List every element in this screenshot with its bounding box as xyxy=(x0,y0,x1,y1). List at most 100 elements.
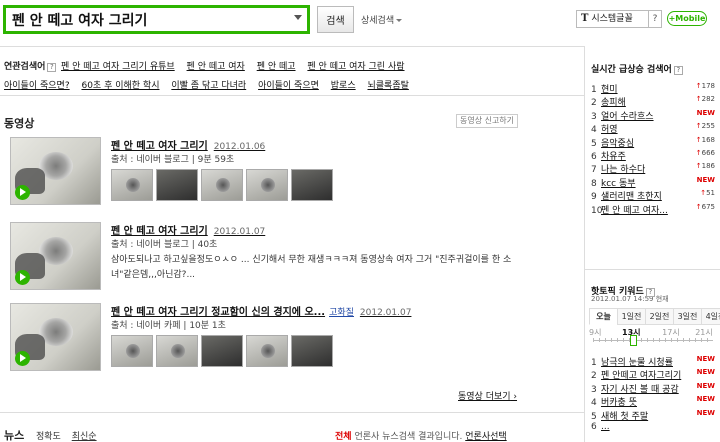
rank-change: NEW xyxy=(696,408,715,417)
realtime-keyword[interactable]: kcc 동부 xyxy=(601,179,636,189)
sort-accuracy[interactable]: 정확도 xyxy=(36,432,61,442)
time-label[interactable]: 9시 xyxy=(589,327,601,338)
related-link[interactable]: 밥로스 xyxy=(331,81,356,91)
related-link[interactable]: 아이들이 죽으면 xyxy=(258,81,319,91)
more-videos-link[interactable]: 동영상 더보기 › xyxy=(458,389,517,402)
video-title[interactable]: 펜 안 떼고 여자 그리기 2012.01.06 xyxy=(111,137,265,152)
play-icon[interactable] xyxy=(15,270,30,285)
rank-change: ↑255 xyxy=(695,122,715,131)
realtime-item[interactable]: 10펜 안 떼고 여자... ↑675 xyxy=(591,203,715,216)
video-thumbnail[interactable] xyxy=(10,222,101,290)
hot-topic-item[interactable]: 5 새해 첫 주말 NEW xyxy=(591,409,715,422)
realtime-item[interactable]: 2 송피해 ↑282 xyxy=(591,95,715,108)
hot-topic-keyword[interactable]: 버카충 뜻 xyxy=(601,398,637,408)
video-frame[interactable] xyxy=(201,335,243,367)
play-icon[interactable] xyxy=(15,185,30,200)
video-frame[interactable] xyxy=(156,335,198,367)
hd-badge[interactable]: 고화질 xyxy=(329,308,354,318)
related-link[interactable]: 60초 후 이해한 학시 xyxy=(81,81,159,91)
realtime-item[interactable]: 5 음악중심 ↑168 xyxy=(591,136,715,149)
video-frame[interactable] xyxy=(156,169,198,201)
realtime-item[interactable]: 8 kcc 동부 NEW xyxy=(591,176,715,189)
realtime-keyword[interactable]: 차유주 xyxy=(601,152,626,162)
play-icon[interactable] xyxy=(15,351,30,366)
related-link[interactable]: 아이들이 죽으면? xyxy=(4,81,70,91)
hot-topic-item[interactable]: 1 남극의 눈물 시청률 NEW xyxy=(591,355,715,368)
hot-topic-item[interactable]: 3 자기 사진 볼 때 공감 NEW xyxy=(591,382,715,395)
slider-handle[interactable] xyxy=(629,335,637,346)
video-report-button[interactable]: 동영상 신고하기 xyxy=(456,114,518,128)
realtime-keyword[interactable]: 얼어 수라흐스 xyxy=(601,112,654,122)
video-frame[interactable] xyxy=(201,169,243,201)
hot-topic-tab[interactable]: 3일전 xyxy=(673,308,702,325)
video-thumbnail[interactable] xyxy=(10,137,101,205)
search-input[interactable] xyxy=(6,8,286,31)
search-button[interactable]: 검색 xyxy=(317,6,354,33)
related-link[interactable]: 펜 안 떼고 xyxy=(257,62,296,72)
hot-topic-keyword[interactable]: ... xyxy=(601,422,610,432)
realtime-item[interactable]: 1 현미 ↑178 xyxy=(591,82,715,95)
related-search-label: 연관검색어? xyxy=(4,59,57,72)
hot-topic-item[interactable]: 4 버카충 뜻 NEW xyxy=(591,395,715,408)
time-label[interactable]: 21시 xyxy=(695,327,713,338)
hot-topic-item[interactable]: 6... xyxy=(591,422,715,435)
realtime-item[interactable]: 6 차유주 ↑666 xyxy=(591,149,715,162)
hot-topic-tab[interactable]: 2일전 xyxy=(645,308,674,325)
time-slider[interactable] xyxy=(593,335,713,346)
realtime-keyword[interactable]: 허영 xyxy=(601,125,618,135)
related-link[interactable]: 뇌클록좀탈 xyxy=(367,81,408,91)
realtime-keyword[interactable]: 현미 xyxy=(601,85,618,95)
search-box[interactable] xyxy=(3,5,310,34)
hot-topic-tab[interactable]: 1일전 xyxy=(617,308,646,325)
hot-topic-tab[interactable]: 오늘 xyxy=(589,308,618,325)
related-link[interactable]: 펜 안 떼고 여자 그리기 유튜브 xyxy=(61,62,175,72)
video-frame[interactable] xyxy=(246,169,288,201)
time-label[interactable]: 17시 xyxy=(662,327,680,338)
hot-topic-keyword[interactable]: 새해 첫 주말 xyxy=(601,412,648,422)
rank-change: NEW xyxy=(696,368,715,377)
related-link[interactable]: 펜 안 떼고 여자 그린 사람 xyxy=(307,62,404,72)
help-icon[interactable]: ? xyxy=(47,63,57,72)
video-frames xyxy=(111,169,333,201)
realtime-item[interactable]: 7 나는 하수다 ↑186 xyxy=(591,162,715,175)
help-button[interactable]: ? xyxy=(648,10,662,28)
video-frame[interactable] xyxy=(111,169,153,201)
video-frame[interactable] xyxy=(111,335,153,367)
arrow-up-icon: ↑ xyxy=(695,135,702,144)
rank-change: NEW xyxy=(696,395,715,404)
video-title[interactable]: 펜 안 떼고 여자 그리기 정교함이 신의 경지에 오... 고화질 2012.01… xyxy=(111,303,411,318)
related-link[interactable]: 이빨 좀 닦고 다녀라 xyxy=(171,81,246,91)
realtime-item[interactable]: 9 샐러리맨 초한지 ↑51 xyxy=(591,189,715,202)
hot-topic-item[interactable]: 2 펜 안떼고 여자그리기 NEW xyxy=(591,368,715,381)
video-frame[interactable] xyxy=(291,335,333,367)
press-select-link[interactable]: 언론사선택 xyxy=(465,432,506,442)
related-row: 펜 안 떼고 여자 그리기 유튜브 펜 안 떼고 여자 펜 안 떼고 펜 안 떼… xyxy=(61,59,414,72)
detail-search-link[interactable]: 상세검색 xyxy=(361,13,403,26)
hot-topic-keyword[interactable]: 펜 안떼고 여자그리기 xyxy=(601,371,681,381)
video-thumbnail[interactable] xyxy=(10,303,101,371)
realtime-item[interactable]: 3 얼어 수라흐스 NEW xyxy=(591,109,715,122)
realtime-keyword[interactable]: 샐러리맨 초한지 xyxy=(601,192,662,202)
sort-latest[interactable]: 최신순 xyxy=(72,432,97,442)
video-title[interactable]: 펜 안 떼고 여자 그리기 2012.01.07 xyxy=(111,222,265,237)
realtime-keyword[interactable]: 나는 하수다 xyxy=(601,165,645,175)
rank-number: 8 xyxy=(591,178,597,189)
help-icon[interactable]: ? xyxy=(673,66,683,75)
hot-topic-keyword[interactable]: 남극의 눈물 시청률 xyxy=(601,358,673,368)
realtime-keyword[interactable]: 음악중심 xyxy=(601,139,634,149)
realtime-keyword[interactable]: 펜 안 떼고 여자... xyxy=(601,206,668,216)
realtime-keyword[interactable]: 송피해 xyxy=(601,98,626,108)
hot-topic-keyword[interactable]: 자기 사진 볼 때 공감 xyxy=(601,385,679,395)
video-frame[interactable] xyxy=(291,169,333,201)
realtime-item[interactable]: 4 허영 ↑255 xyxy=(591,122,715,135)
rank-number: 6 xyxy=(591,151,597,162)
hot-topic-tab[interactable]: 4일전 xyxy=(701,308,720,325)
arrow-up-icon: ↑ xyxy=(700,189,707,198)
video-frame[interactable] xyxy=(246,335,288,367)
rank-number: 9 xyxy=(591,192,597,203)
mobile-button[interactable]: +Mobile xyxy=(667,11,707,26)
chevron-down-icon[interactable] xyxy=(294,15,302,20)
related-link[interactable]: 펜 안 떼고 여자 xyxy=(187,62,245,72)
help-icon[interactable]: ? xyxy=(645,288,655,297)
rank-number: 4 xyxy=(591,398,597,409)
